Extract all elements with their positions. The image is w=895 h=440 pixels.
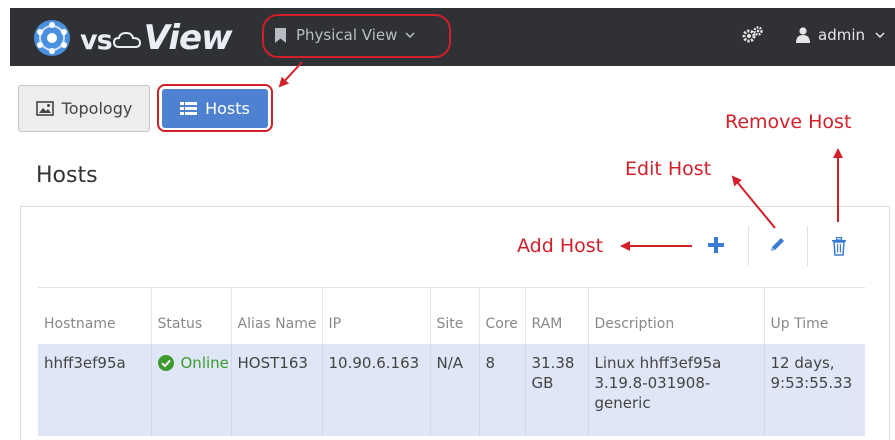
navbar-right: admin [742,26,885,44]
page-title: Hosts [36,163,98,188]
cell-alias-name: HOST163 [231,343,323,436]
user-icon [796,27,810,43]
remove-host-button[interactable] [828,234,850,258]
edit-host-button[interactable] [766,234,788,256]
add-host-button[interactable] [705,234,727,256]
pencil-icon [771,238,784,251]
toolbar-divider [748,226,749,266]
trash-icon [832,236,846,256]
column-header-status[interactable]: Status [151,287,232,344]
cell-hostname: hhff3ef95a [38,343,152,436]
table-row[interactable]: hhff3ef95a Online HOST163 10.90.6.163 N/… [38,343,865,436]
add-host-annotation: Add Host [517,235,604,257]
column-header-hostname[interactable]: Hostname [38,287,152,344]
column-header-ram[interactable]: RAM [525,287,589,344]
topology-button-label: Topology [61,99,133,118]
cell-description: Linux hhff3ef95a 3.19.8-031908-generic [588,343,765,436]
app-logo[interactable]: vs View [32,18,233,58]
edit-host-annotation: Edit Host [625,158,712,180]
plus-icon [708,237,724,253]
cell-site: N/A [430,343,480,436]
user-name: admin [818,26,865,44]
remove-host-annotation: Remove Host [725,111,852,133]
table-header-row: Hostname Status Alias Name IP Site Core … [38,287,865,344]
logo-vs-text: vs [80,25,113,56]
logo-view-text: View [143,18,233,58]
cloud-icon [112,31,141,48]
cell-ram: 31.38 GB [525,343,589,436]
status-text: Online [180,353,229,372]
hosts-table: Hostname Status Alias Name IP Site Core … [38,287,865,436]
status-badge: Online [157,353,229,373]
image-icon [35,101,54,116]
cell-up-time: 12 days, 9:53:55.33 [764,343,865,436]
check-circle-icon [157,354,174,371]
toolbar-divider [807,226,808,266]
column-header-site[interactable]: Site [430,287,480,344]
top-navbar: vs View Physical View admin [10,8,895,66]
physical-view-highlight [262,14,451,58]
cell-status: Online [151,343,232,436]
cell-core: 8 [479,343,526,436]
user-menu[interactable]: admin [796,26,885,44]
column-header-up-time[interactable]: Up Time [764,287,865,344]
column-header-description[interactable]: Description [588,287,765,344]
settings-cogs-icon[interactable] [742,26,764,44]
topology-button[interactable]: Topology [18,85,150,132]
chevron-down-icon [875,32,885,39]
column-header-alias-name[interactable]: Alias Name [231,287,323,344]
hosts-button-highlight [157,84,273,132]
logo-wordmark: vs View [80,18,233,58]
column-header-ip[interactable]: IP [322,287,431,344]
column-header-core[interactable]: Core [479,287,526,344]
network-globe-icon [34,20,70,56]
cell-ip: 10.90.6.163 [322,343,431,436]
